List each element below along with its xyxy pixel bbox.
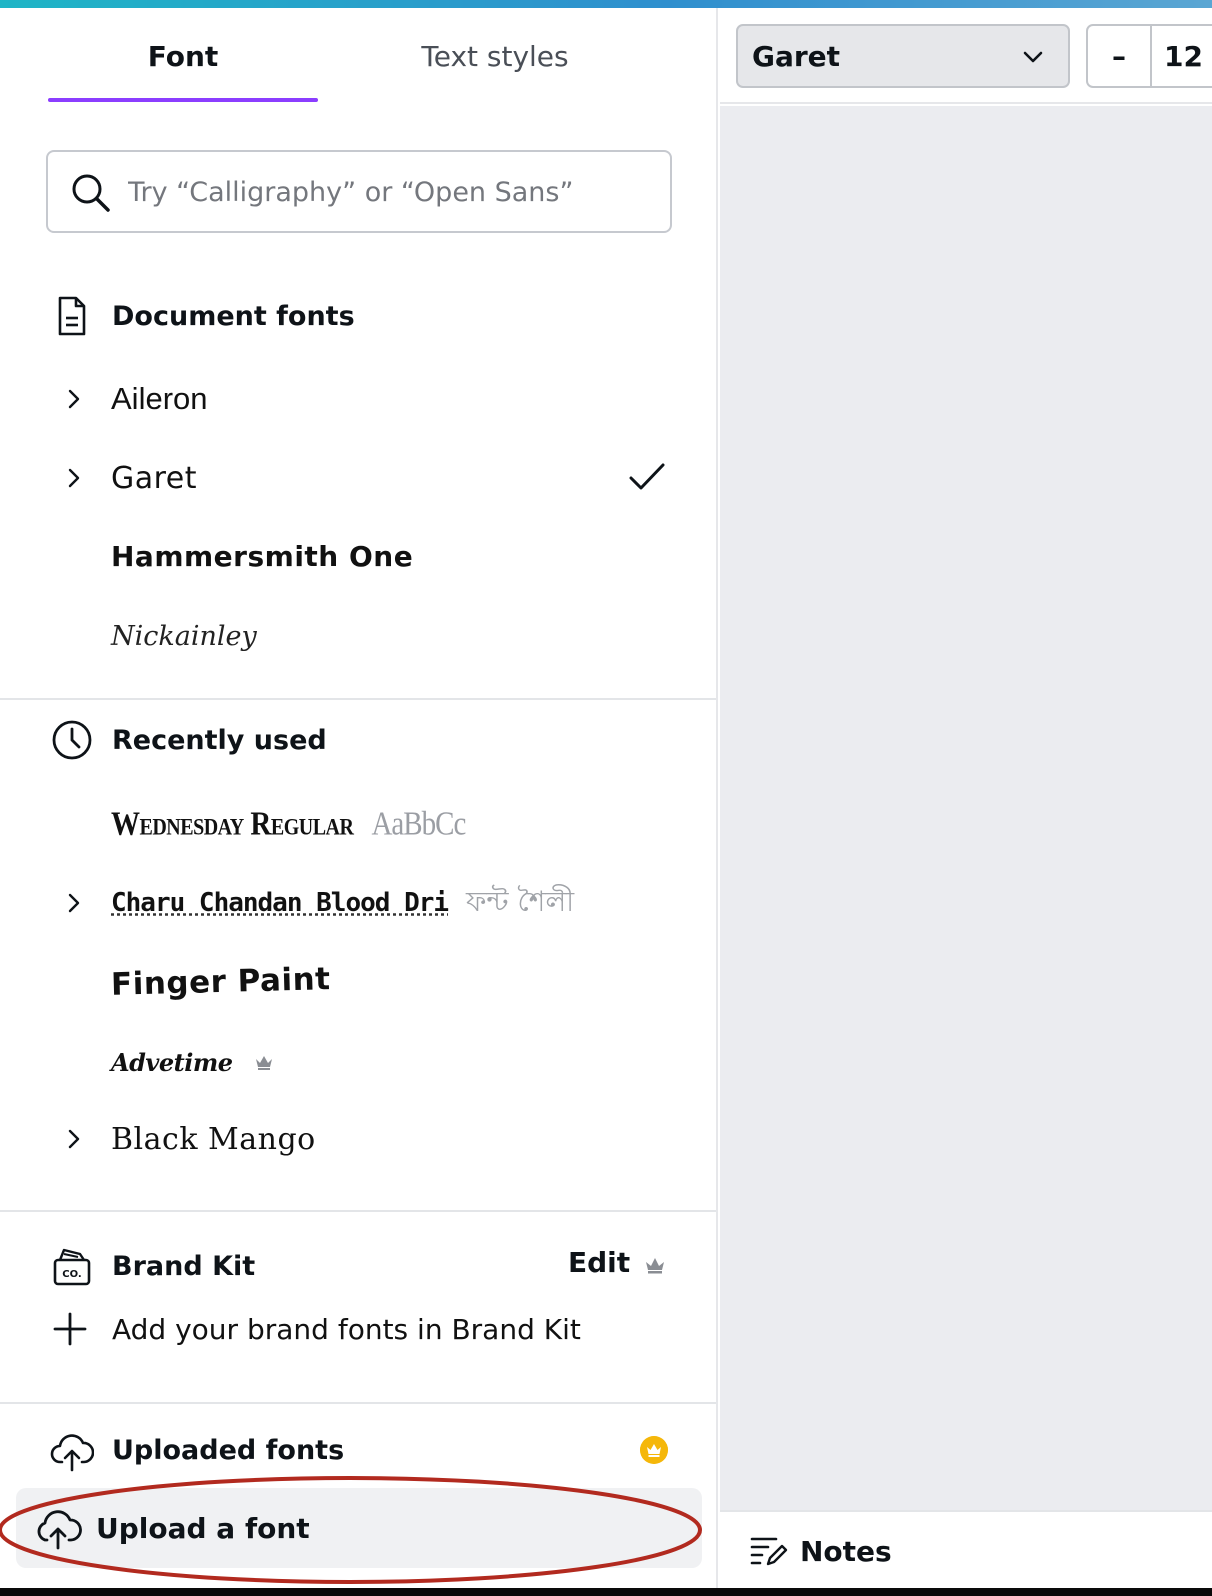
font-item-hammersmith-one[interactable]: Hammersmith One [0, 520, 716, 592]
font-name: Finger Paint [110, 961, 331, 1003]
notes-bar: Notes [720, 1510, 1212, 1588]
font-item-finger-paint[interactable]: Finger Paint [0, 946, 716, 1018]
document-fonts-title: Document fonts [112, 300, 355, 332]
font-name-group: Charu Chandan Blood Dri ফন্ট শৈলী [111, 867, 574, 939]
font-family-dropdown[interactable]: Garet [736, 24, 1070, 88]
font-family-value: Garet [752, 39, 841, 73]
font-size-value[interactable]: 12 [1164, 26, 1203, 86]
active-tab-indicator [48, 98, 318, 102]
font-item-charu-chandan[interactable]: Charu Chandan Blood Dri ফন্ট শৈলী [0, 867, 716, 939]
search-input[interactable] [128, 164, 658, 220]
font-item-black-mango[interactable]: Black Mango [0, 1103, 716, 1175]
premium-crown-icon [646, 1258, 664, 1274]
font-name: Hammersmith One [111, 539, 414, 573]
font-sample: AaBbCc [371, 805, 466, 842]
checkmark-icon [629, 463, 665, 490]
chevron-right-icon[interactable] [62, 387, 86, 411]
document-icon [58, 296, 86, 336]
section-divider [0, 1402, 716, 1404]
font-name: Nickainley [111, 620, 257, 652]
font-item-advetime[interactable]: Advetime [0, 1026, 716, 1098]
text-toolbar: Garet – 12 [720, 8, 1212, 104]
chevron-right-icon[interactable] [62, 891, 86, 915]
font-item-wednesday-regular[interactable]: Wednesday Regular AaBbCc [0, 788, 716, 860]
document-fonts-header: Document fonts [0, 286, 716, 346]
cloud-upload-icon [50, 1434, 94, 1472]
chevron-down-icon [1023, 51, 1043, 63]
decrease-font-size-button[interactable]: – [1088, 26, 1152, 86]
font-size-stepper[interactable]: – 12 [1086, 24, 1212, 88]
bottom-edge-bar [0, 1588, 1212, 1596]
uploaded-fonts-title: Uploaded fonts [112, 1434, 345, 1466]
brand-kit-icon: CO. [53, 1248, 91, 1286]
font-name: Black Mango [111, 1121, 316, 1157]
premium-crown-icon [256, 1056, 273, 1070]
font-name-group: Wednesday Regular AaBbCc [111, 788, 466, 860]
premium-crown-badge-icon [640, 1436, 668, 1464]
recently-used-header: Recently used [0, 710, 716, 770]
design-canvas-area[interactable] [720, 106, 1212, 1510]
font-name: Aileron [111, 381, 208, 416]
font-name: Charu Chandan Blood Dri [111, 888, 449, 918]
brand-kit-header: CO. Brand Kit Edit [0, 1236, 716, 1296]
font-item-aileron[interactable]: Aileron [0, 363, 716, 435]
search-icon [72, 174, 110, 212]
font-name: Garet [111, 460, 198, 496]
font-item-garet[interactable]: Garet [0, 442, 716, 514]
upload-font-label: Upload a font [96, 1511, 310, 1545]
font-name: Wednesday Regular [111, 805, 354, 842]
font-item-nickainley[interactable]: Nickainley [0, 600, 716, 672]
tab-text-styles[interactable]: Text styles [340, 8, 650, 104]
section-divider [0, 1210, 716, 1212]
clock-icon [52, 720, 92, 760]
add-brand-fonts-button[interactable]: Add your brand fonts in Brand Kit [0, 1293, 716, 1365]
notes-icon [750, 1537, 788, 1566]
brand-kit-edit-link[interactable]: Edit [568, 1246, 630, 1279]
tab-font[interactable]: Font [48, 8, 318, 104]
font-search-box[interactable] [46, 150, 672, 233]
svg-text:CO.: CO. [62, 1269, 81, 1280]
chevron-right-icon[interactable] [62, 466, 86, 490]
font-panel: Font Text styles Document fonts Aileron … [0, 8, 718, 1588]
plus-icon [53, 1312, 87, 1346]
upload-font-button[interactable]: Upload a font [16, 1488, 702, 1568]
uploaded-fonts-header: Uploaded fonts [0, 1420, 716, 1480]
font-name-group: Advetime [111, 1026, 274, 1098]
chevron-right-icon[interactable] [62, 1127, 86, 1151]
add-brand-fonts-label: Add your brand fonts in Brand Kit [112, 1312, 581, 1346]
font-name: Advetime [111, 1047, 233, 1077]
section-divider [0, 698, 716, 700]
brand-kit-title: Brand Kit [112, 1250, 256, 1282]
recently-used-title: Recently used [112, 724, 327, 756]
cloud-upload-icon [37, 1510, 82, 1550]
notes-button[interactable]: Notes [800, 1512, 892, 1590]
font-sample: ফন্ট শৈলী [466, 884, 575, 918]
top-accent-bar [0, 0, 1212, 8]
